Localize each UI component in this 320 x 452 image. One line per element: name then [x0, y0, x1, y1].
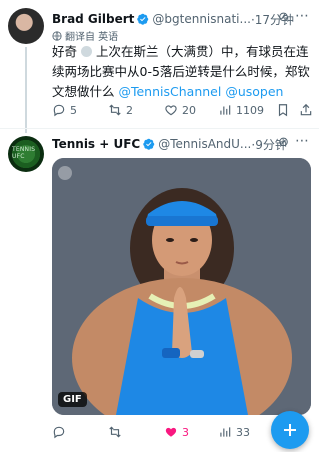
views-button[interactable]: 33 — [218, 425, 250, 439]
like-button[interactable]: 3 — [164, 425, 189, 439]
more-icon[interactable]: ⋯ — [295, 133, 310, 149]
watermark-logo-icon — [58, 166, 72, 180]
plus-icon — [284, 424, 296, 436]
compose-button[interactable] — [271, 411, 309, 449]
tweet-media-gif[interactable]: GIF — [52, 158, 311, 415]
author-handle[interactable]: @TennisAndU... — [158, 137, 251, 151]
reply-icon — [53, 426, 65, 439]
avatar-tennis-ufc[interactable]: TENNIS UFC — [8, 136, 44, 172]
retweet-button[interactable] — [108, 425, 126, 439]
grok-icon[interactable]: ⊘ — [278, 135, 289, 150]
like-count: 3 — [182, 425, 189, 439]
reply-button[interactable] — [52, 425, 70, 439]
tweet-2-header: Tennis + UFC @TennisAndU... ·9分钟 — [52, 134, 287, 154]
gif-badge: GIF — [58, 392, 87, 407]
gif-image — [52, 158, 311, 415]
author-name[interactable]: Tennis + UFC — [52, 137, 140, 151]
views-icon — [220, 427, 231, 437]
retweet-icon — [109, 426, 121, 438]
heart-icon — [165, 427, 177, 437]
avatar-text: TENNIS UFC — [12, 146, 36, 160]
tweet-2[interactable]: TENNIS UFC Tennis + UFC @TennisAndU... ·… — [0, 0, 319, 452]
verified-badge-icon — [143, 138, 155, 150]
views-count: 33 — [236, 425, 250, 439]
